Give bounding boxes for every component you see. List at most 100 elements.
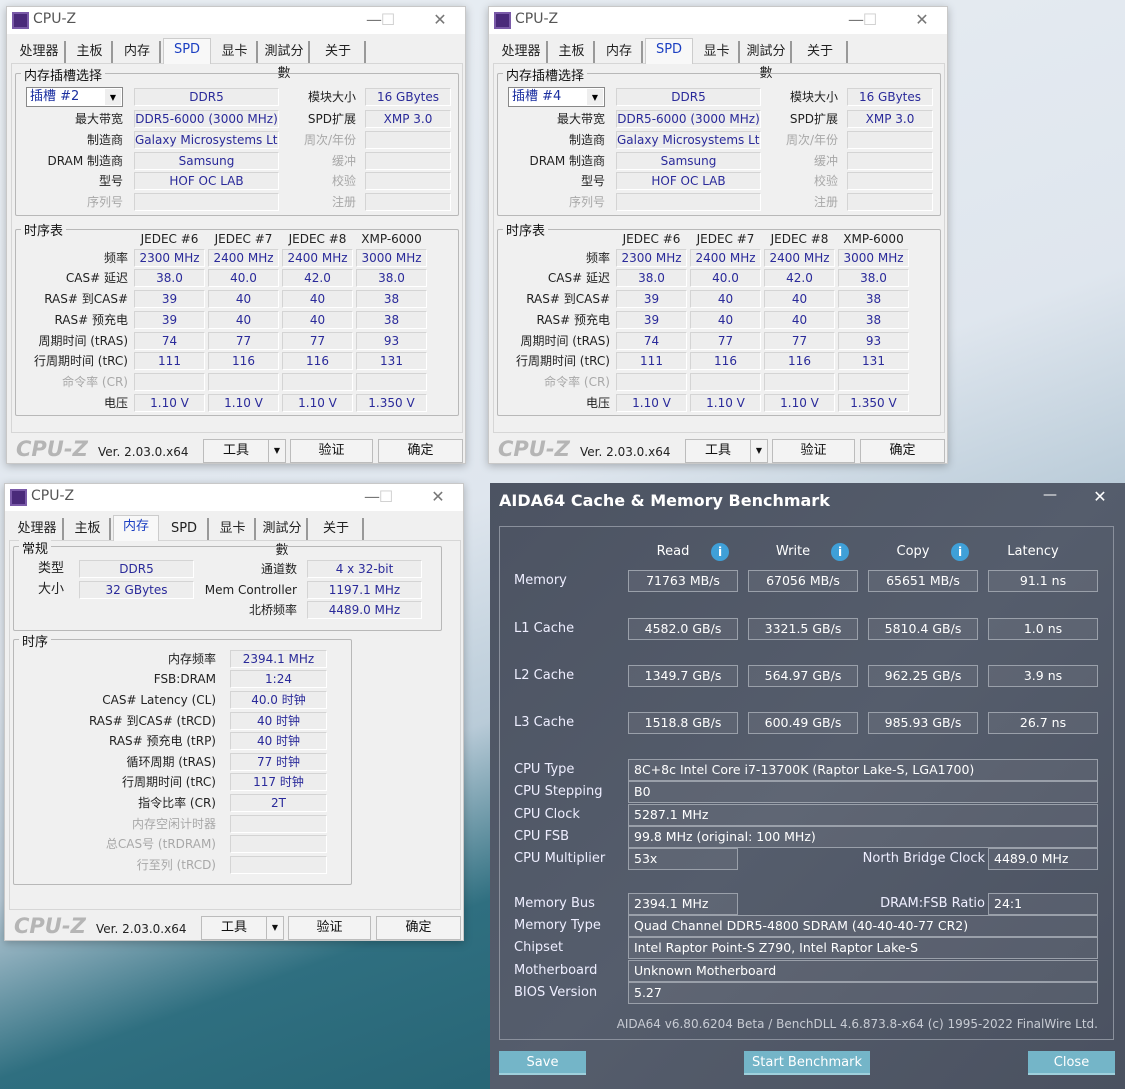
tab-3[interactable]: SPD [645,38,693,64]
bench-value: 91.1 ns [988,570,1098,592]
timing-value: 39 [134,290,205,308]
tab-4[interactable]: 显卡 [695,41,740,63]
slot-select[interactable]: 插槽 #4 ▼ [508,87,605,107]
chevron-down-icon[interactable]: ▼ [750,440,767,462]
tab-1[interactable]: 主板 [66,518,111,540]
ok-button[interactable]: 确定 [376,916,461,940]
field-value: 4 x 32-bit [307,560,422,578]
field-label: 北桥频率 [248,603,297,617]
validate-button[interactable]: 验证 [772,439,855,463]
tab-2[interactable]: 内存 [113,515,159,541]
tab-2[interactable]: 内存 [115,41,161,63]
timing-value: 77 [764,332,835,350]
tab-2[interactable]: 内存 [597,41,643,63]
chevron-down-icon[interactable]: ▼ [266,917,283,939]
close-icon[interactable]: ✕ [907,9,937,31]
field-label: 通道数 [260,562,297,576]
timing-value: 42.0 [764,269,835,287]
field-value [365,152,451,170]
aida64-benchmark-window: AIDA64 Cache & Memory Benchmark — ✕ Read i Wr… [490,483,1125,1089]
timing-row-label: RAS# 预充电 [54,313,128,327]
close-icon[interactable]: ✕ [1088,487,1112,506]
field-label: 最大带宽 [556,112,605,126]
cpuz-memory-window: CPU-Z — ☐ ✕ 处理器 主板 内存 SPD 显卡 測試分數 关于 CPU-Z Ver. 2.03… [4,483,464,941]
field-label: 制造商 [568,133,605,147]
tab-5[interactable]: 測試分數 [742,41,792,81]
info-icon[interactable]: i [711,543,729,561]
timing-value: 39 [134,311,205,329]
tools-button[interactable]: 工具 ▼ [685,439,768,463]
info-icon[interactable]: i [831,543,849,561]
timing-value: 40 时钟 [230,732,327,750]
bench-value: 600.49 GB/s [748,712,858,734]
timing-row-label: CAS# 延迟 [65,271,128,285]
chevron-down-icon: ▼ [105,89,121,105]
tab-4[interactable]: 显卡 [211,518,256,540]
timing-value: 40 [282,311,353,329]
timing-value [356,373,427,391]
info-icon[interactable]: i [951,543,969,561]
chevron-down-icon[interactable]: ▼ [268,440,285,462]
timing-column-header: JEDEC #7 [214,232,273,246]
tab-6[interactable]: 关于 [312,41,366,63]
timing-value: 117 时钟 [230,773,327,791]
timing-label: 内存空闲计时器 [131,817,216,831]
minimize-icon[interactable]: — [1038,487,1062,503]
save-button[interactable]: Save [499,1051,586,1075]
timing-value: 1.10 V [134,394,205,412]
maximize-icon[interactable]: ☐ [371,486,401,508]
slot-select[interactable]: 插槽 #2 ▼ [26,87,123,107]
timing-row-label: 电压 [585,396,610,410]
timing-value: 116 [208,352,279,370]
timing-value: 3000 MHz [838,249,909,267]
timing-column-header: JEDEC #8 [288,232,347,246]
timing-value: 93 [838,332,909,350]
tab-0[interactable]: 处理器 [12,518,64,540]
close-icon[interactable]: ✕ [425,9,455,31]
tab-5[interactable]: 測試分數 [258,518,308,558]
validate-button[interactable]: 验证 [290,439,373,463]
field-value: DDR5 [616,88,761,106]
timing-value: 93 [356,332,427,350]
validate-button[interactable]: 验证 [288,916,371,940]
info-label: BIOS Version [514,985,598,1000]
timing-column-header: JEDEC #6 [622,232,681,246]
tab-4[interactable]: 显卡 [213,41,258,63]
tools-button[interactable]: 工具 ▼ [201,916,284,940]
field-value [365,193,451,211]
ok-button[interactable]: 确定 [860,439,945,463]
close-icon[interactable]: ✕ [423,486,453,508]
maximize-icon[interactable]: ☐ [855,9,885,31]
bench-value: 985.93 GB/s [868,712,978,734]
tab-3[interactable]: SPD [163,38,211,64]
tab-5[interactable]: 測試分數 [260,41,310,81]
tools-button[interactable]: 工具 ▼ [203,439,286,463]
tab-0[interactable]: 处理器 [496,41,548,63]
tab-1[interactable]: 主板 [68,41,113,63]
tab-6[interactable]: 关于 [794,41,848,63]
start-benchmark-button[interactable]: Start Benchmark [744,1051,870,1075]
bench-value: 3.9 ns [988,665,1098,687]
timing-value: 40 时钟 [230,712,327,730]
field-value [847,131,933,149]
tab-1[interactable]: 主板 [550,41,595,63]
bench-value: 4582.0 GB/s [628,618,738,640]
tab-0[interactable]: 处理器 [14,41,66,63]
timing-value: 1:24 [230,670,327,688]
field-label: 校验 [331,174,356,188]
tab-6[interactable]: 关于 [310,518,364,540]
info-label: Memory Bus [514,896,595,911]
timing-value: 1.10 V [690,394,761,412]
close-button[interactable]: Close [1028,1051,1115,1075]
info-label: North Bridge Clock [862,851,985,866]
field-value [365,172,451,190]
ok-button[interactable]: 确定 [378,439,463,463]
field-label: 校验 [813,174,838,188]
timing-label: 指令比率 (CR) [138,796,216,810]
tab-3[interactable]: SPD [161,518,209,540]
field-label: 型号 [580,174,605,188]
timing-value: 40.0 [690,269,761,287]
slot-group-label: 内存插槽选择 [503,65,588,84]
info-value: 24:1 [988,893,1098,915]
maximize-icon[interactable]: ☐ [373,9,403,31]
